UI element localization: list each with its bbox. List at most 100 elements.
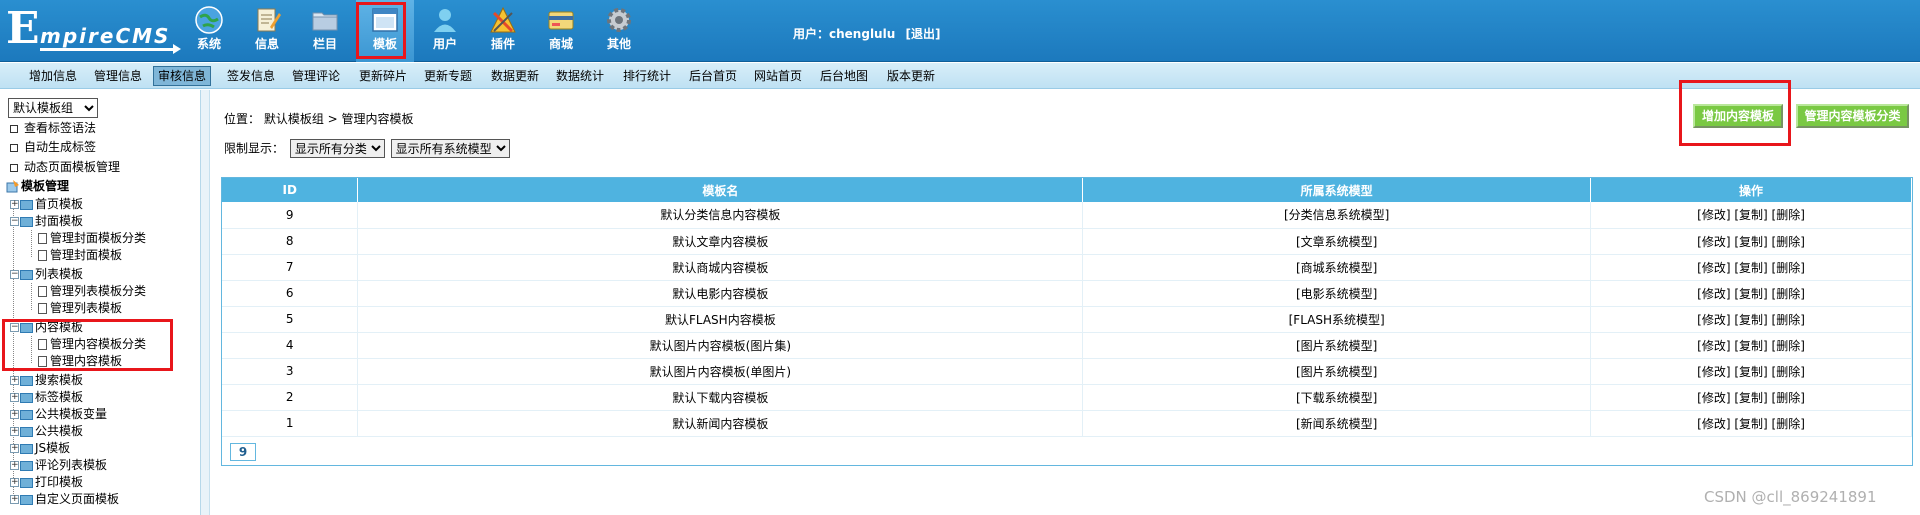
copy-link[interactable]: [复制] — [1734, 208, 1767, 222]
manage-content-template-category-button[interactable]: 管理内容模板分类 — [1796, 104, 1909, 128]
submenu-site-home[interactable]: 网站首页 — [750, 67, 806, 85]
nav-plugin[interactable]: 插件 — [474, 0, 532, 62]
model-filter-select[interactable]: 显示所有系统模型 — [390, 139, 510, 158]
delete-link[interactable]: [删除] — [1772, 287, 1805, 301]
col-header-id[interactable]: ID — [222, 178, 359, 202]
submenu-admin-home[interactable]: 后台首页 — [685, 67, 741, 85]
edit-link[interactable]: [修改] — [1697, 417, 1730, 431]
submenu-sign-info[interactable]: 签发信息 — [223, 67, 279, 85]
cell-model[interactable]: [图片系统模型] — [1082, 332, 1592, 359]
tree-item-public-var[interactable]: + 公共模板变量 — [10, 406, 107, 423]
link-view-tag-syntax[interactable]: 查看标签语法 — [10, 120, 96, 137]
copy-link[interactable]: [复制] — [1734, 313, 1767, 327]
tree-item-tag-template[interactable]: + 标签模板 — [10, 389, 83, 406]
cell-model[interactable]: [图片系统模型] — [1082, 358, 1592, 385]
expand-plus-icon[interactable]: + — [10, 410, 19, 419]
edit-link[interactable]: [修改] — [1697, 339, 1730, 353]
nav-column[interactable]: 栏目 — [296, 0, 354, 62]
edit-link[interactable]: [修改] — [1697, 261, 1730, 275]
nav-user[interactable]: 用户 — [416, 0, 474, 62]
tree-item-manage-list-cat[interactable]: 管理列表模板分类 — [38, 283, 146, 300]
submenu-update-topic[interactable]: 更新专题 — [420, 67, 476, 85]
submenu-data-update[interactable]: 数据更新 — [487, 67, 543, 85]
copy-link[interactable]: [复制] — [1734, 339, 1767, 353]
edit-link[interactable]: [修改] — [1697, 313, 1730, 327]
edit-link[interactable]: [修改] — [1697, 287, 1730, 301]
delete-link[interactable]: [删除] — [1772, 235, 1805, 249]
breadcrumb-manage-content-template[interactable]: 管理内容模板 — [342, 112, 414, 126]
cell-model[interactable]: [文章系统模型] — [1082, 228, 1592, 255]
edit-link[interactable]: [修改] — [1697, 208, 1730, 222]
tree-item-js-template[interactable]: + JS模板 — [10, 440, 70, 457]
table-row: 9 默认分类信息内容模板 [分类信息系统模型] [修改] [复制] [删除] — [222, 202, 1912, 229]
link-label: 自动生成标签 — [24, 140, 97, 154]
expand-plus-icon[interactable]: + — [10, 200, 19, 209]
nav-other[interactable]: 其他 — [590, 0, 648, 62]
delete-link[interactable]: [删除] — [1772, 313, 1805, 327]
expand-plus-icon[interactable]: + — [10, 376, 19, 385]
copy-link[interactable]: [复制] — [1734, 365, 1767, 379]
expand-plus-icon[interactable]: + — [10, 444, 19, 453]
copy-link[interactable]: [复制] — [1734, 417, 1767, 431]
copy-link[interactable]: [复制] — [1734, 391, 1767, 405]
delete-link[interactable]: [删除] — [1772, 339, 1805, 353]
tree-item-comment-list-template[interactable]: + 评论列表模板 — [10, 457, 107, 474]
expand-plus-icon[interactable]: + — [10, 461, 19, 470]
cell-model[interactable]: [新闻系统模型] — [1082, 410, 1592, 437]
edit-link[interactable]: [修改] — [1697, 391, 1730, 405]
submenu-version-update[interactable]: 版本更新 — [883, 67, 939, 85]
tree-item-search-template[interactable]: + 搜索模板 — [10, 372, 83, 389]
cell-model[interactable]: [商城系统模型] — [1082, 254, 1592, 281]
edit-link[interactable]: [修改] — [1697, 235, 1730, 249]
delete-link[interactable]: [删除] — [1772, 208, 1805, 222]
collapse-minus-icon[interactable]: − — [10, 270, 19, 279]
submenu-add-info[interactable]: 增加信息 — [25, 67, 81, 85]
nav-system[interactable]: 系统 — [180, 0, 238, 62]
cell-model[interactable]: [FLASH系统模型] — [1082, 306, 1592, 333]
cell-model[interactable]: [分类信息系统模型] — [1082, 202, 1592, 229]
submenu-update-fragment[interactable]: 更新碎片 — [355, 67, 411, 85]
cell-model[interactable]: [电影系统模型] — [1082, 280, 1592, 307]
delete-link[interactable]: [删除] — [1772, 261, 1805, 275]
submenu-review-info[interactable]: 审核信息 — [153, 66, 212, 86]
expand-plus-icon[interactable]: + — [10, 427, 19, 436]
submenu-admin-map[interactable]: 后台地图 — [816, 67, 872, 85]
tree-item-cover-template[interactable]: − 封面模板 — [10, 213, 83, 230]
nav-shop[interactable]: 商城 — [532, 0, 590, 62]
copy-link[interactable]: [复制] — [1734, 261, 1767, 275]
tree-item-manage-cover-cat[interactable]: 管理封面模板分类 — [38, 230, 146, 247]
tree-item-home-template[interactable]: + 首页模板 — [10, 196, 83, 213]
delete-link[interactable]: [删除] — [1772, 417, 1805, 431]
cell-model[interactable]: [下载系统模型] — [1082, 384, 1592, 411]
tree-item-manage-cover[interactable]: 管理封面模板 — [38, 247, 122, 264]
link-dynamic-page-template[interactable]: 动态页面模板管理 — [10, 159, 120, 176]
expand-plus-icon[interactable]: + — [10, 495, 19, 504]
edit-link[interactable]: [修改] — [1697, 365, 1730, 379]
submenu-manage-comment[interactable]: 管理评论 — [288, 67, 344, 85]
collapse-minus-icon[interactable]: − — [10, 217, 19, 226]
breadcrumb-template-group[interactable]: 默认模板组 — [264, 112, 324, 126]
tree-item-custom-page-template[interactable]: + 自定义页面模板 — [10, 491, 119, 508]
link-auto-gen-tag[interactable]: 自动生成标签 — [10, 139, 96, 156]
tree-item-public-template[interactable]: + 公共模板 — [10, 423, 83, 440]
logo-arrow — [40, 44, 181, 54]
delete-link[interactable]: [删除] — [1772, 391, 1805, 405]
expand-plus-icon[interactable]: + — [10, 478, 19, 487]
delete-link[interactable]: [删除] — [1772, 365, 1805, 379]
template-group-select[interactable]: 默认模板组 — [8, 98, 98, 118]
nav-info[interactable]: 信息 — [238, 0, 296, 62]
expand-plus-icon[interactable]: + — [10, 393, 19, 402]
copy-link[interactable]: [复制] — [1734, 235, 1767, 249]
tree-item-print-template[interactable]: + 打印模板 — [10, 474, 83, 491]
pane-splitter[interactable] — [201, 90, 210, 515]
submenu-data-stats[interactable]: 数据统计 — [552, 67, 608, 85]
submenu-rank-stats[interactable]: 排行统计 — [619, 67, 675, 85]
logout-link[interactable]: [退出] — [905, 27, 940, 41]
submenu-manage-info[interactable]: 管理信息 — [90, 67, 146, 85]
category-filter-select[interactable]: 显示所有分类 — [289, 139, 385, 158]
tree-item-list-template[interactable]: − 列表模板 — [10, 266, 83, 283]
table-header-row: ID 模板名 所属系统模型 操作 — [222, 178, 1912, 202]
empirecms-logo: E mpireCMS — [6, 6, 181, 54]
tree-item-manage-list[interactable]: 管理列表模板 — [38, 300, 122, 317]
copy-link[interactable]: [复制] — [1734, 287, 1767, 301]
